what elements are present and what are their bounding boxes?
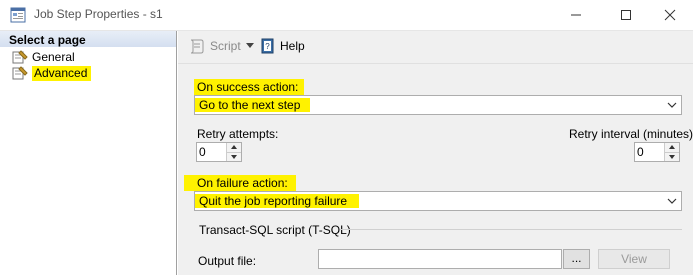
- chevron-down-icon: [663, 96, 681, 114]
- sidebar-item-label: General: [32, 50, 75, 64]
- retry-attempts-stepper[interactable]: 0: [196, 142, 242, 162]
- page-wrench-icon: [12, 50, 28, 64]
- toolbar-divider: [178, 63, 693, 64]
- on-failure-value: Quit the job reporting failure: [195, 194, 360, 208]
- stepper-up-icon[interactable]: [665, 143, 679, 152]
- sidebar-item-advanced[interactable]: Advanced: [12, 65, 92, 81]
- script-label: Script: [210, 39, 241, 53]
- window-title: Job Step Properties - s1: [34, 7, 163, 21]
- retry-interval-value: 0: [637, 145, 644, 159]
- select-page-heading: Select a page: [9, 33, 86, 47]
- sidebar-item-general[interactable]: General: [12, 49, 75, 65]
- maximize-icon[interactable]: [603, 0, 649, 30]
- sidebar-item-label: Advanced: [32, 65, 92, 81]
- chevron-down-icon: [663, 192, 681, 210]
- on-failure-dropdown[interactable]: Quit the job reporting failure: [194, 191, 682, 211]
- retry-interval-stepper[interactable]: 0: [634, 142, 680, 162]
- stepper-down-icon[interactable]: [665, 151, 679, 161]
- close-icon[interactable]: [647, 0, 693, 30]
- output-file-label: Output file:: [198, 254, 257, 268]
- retry-attempts-value: 0: [199, 145, 206, 159]
- retry-interval-label: Retry interval (minutes):: [569, 127, 693, 141]
- retry-attempts-label: Retry attempts:: [197, 127, 279, 141]
- help-button[interactable]: ? Help: [260, 38, 305, 54]
- on-success-label: On success action:: [194, 79, 305, 95]
- svg-text:?: ?: [265, 42, 270, 51]
- stepper-down-icon[interactable]: [227, 151, 241, 161]
- on-success-dropdown[interactable]: Go to the next step: [194, 95, 682, 115]
- chevron-down-icon[interactable]: [246, 43, 254, 48]
- tsql-section-heading: Transact-SQL script (T-SQL): [199, 223, 351, 237]
- output-file-input[interactable]: [318, 249, 562, 269]
- on-success-value: Go to the next step: [195, 98, 311, 112]
- script-icon: [190, 39, 204, 54]
- stepper-up-icon[interactable]: [227, 143, 241, 152]
- section-divider: [340, 229, 682, 230]
- minimize-icon[interactable]: [553, 0, 599, 30]
- app-icon: [10, 7, 26, 23]
- help-label: Help: [280, 39, 305, 53]
- on-failure-label: On failure action:: [184, 175, 296, 191]
- properties-pane: [178, 31, 693, 275]
- browse-button[interactable]: ...: [563, 249, 590, 269]
- help-book-icon: ?: [261, 38, 274, 54]
- page-wrench-icon: [12, 66, 28, 80]
- script-button[interactable]: Script: [188, 38, 241, 54]
- view-button[interactable]: View: [598, 249, 670, 269]
